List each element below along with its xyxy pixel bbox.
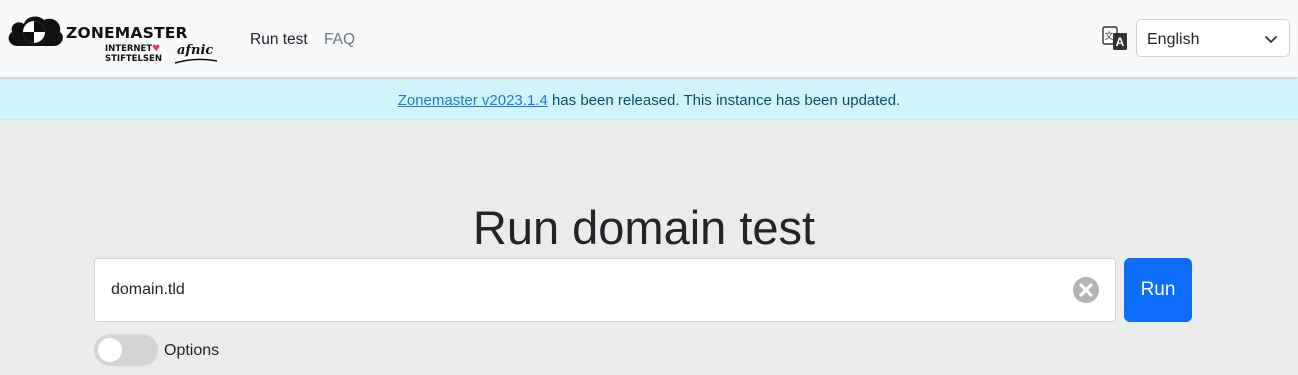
heart-icon: ♥ [152, 44, 161, 54]
release-message: has been released. This instance has bee… [547, 92, 901, 109]
release-alert: Zonemaster v2023.1.4 has been released. … [0, 79, 1298, 120]
internetstiftelsen-logo: INTERNET♥ STIFTELSEN [105, 44, 162, 64]
chevron-down-icon [1265, 36, 1277, 43]
afnic-logo: afnic [177, 43, 214, 58]
language-selected-value: English [1147, 31, 1200, 48]
clear-input-icon[interactable] [1072, 276, 1100, 304]
domain-input[interactable] [94, 258, 1116, 322]
language-select[interactable]: English [1136, 19, 1290, 57]
zonemaster-logo[interactable]: ZONEMASTER INTERNET♥ STIFTELSEN afnic [4, 10, 219, 68]
nav-faq[interactable]: FAQ [324, 31, 355, 49]
navbar: ZONEMASTER INTERNET♥ STIFTELSEN afnic Ru… [0, 0, 1298, 78]
nav-run-test[interactable]: Run test [250, 31, 308, 49]
run-button[interactable]: Run [1124, 258, 1192, 322]
svg-text:文: 文 [1104, 30, 1113, 42]
page-title: Run domain test [472, 201, 816, 254]
translate-icon: A 文 [1102, 26, 1127, 50]
toggle-knob [98, 338, 122, 362]
options-label: Options [164, 342, 220, 359]
svg-text:A: A [1116, 35, 1125, 49]
cloud-logo-icon [8, 16, 63, 46]
options-toggle[interactable] [94, 334, 158, 366]
brand-name: ZONEMASTER [66, 24, 188, 42]
afnic-swoosh-icon [174, 58, 218, 64]
release-link[interactable]: Zonemaster v2023.1.4 [398, 92, 548, 109]
